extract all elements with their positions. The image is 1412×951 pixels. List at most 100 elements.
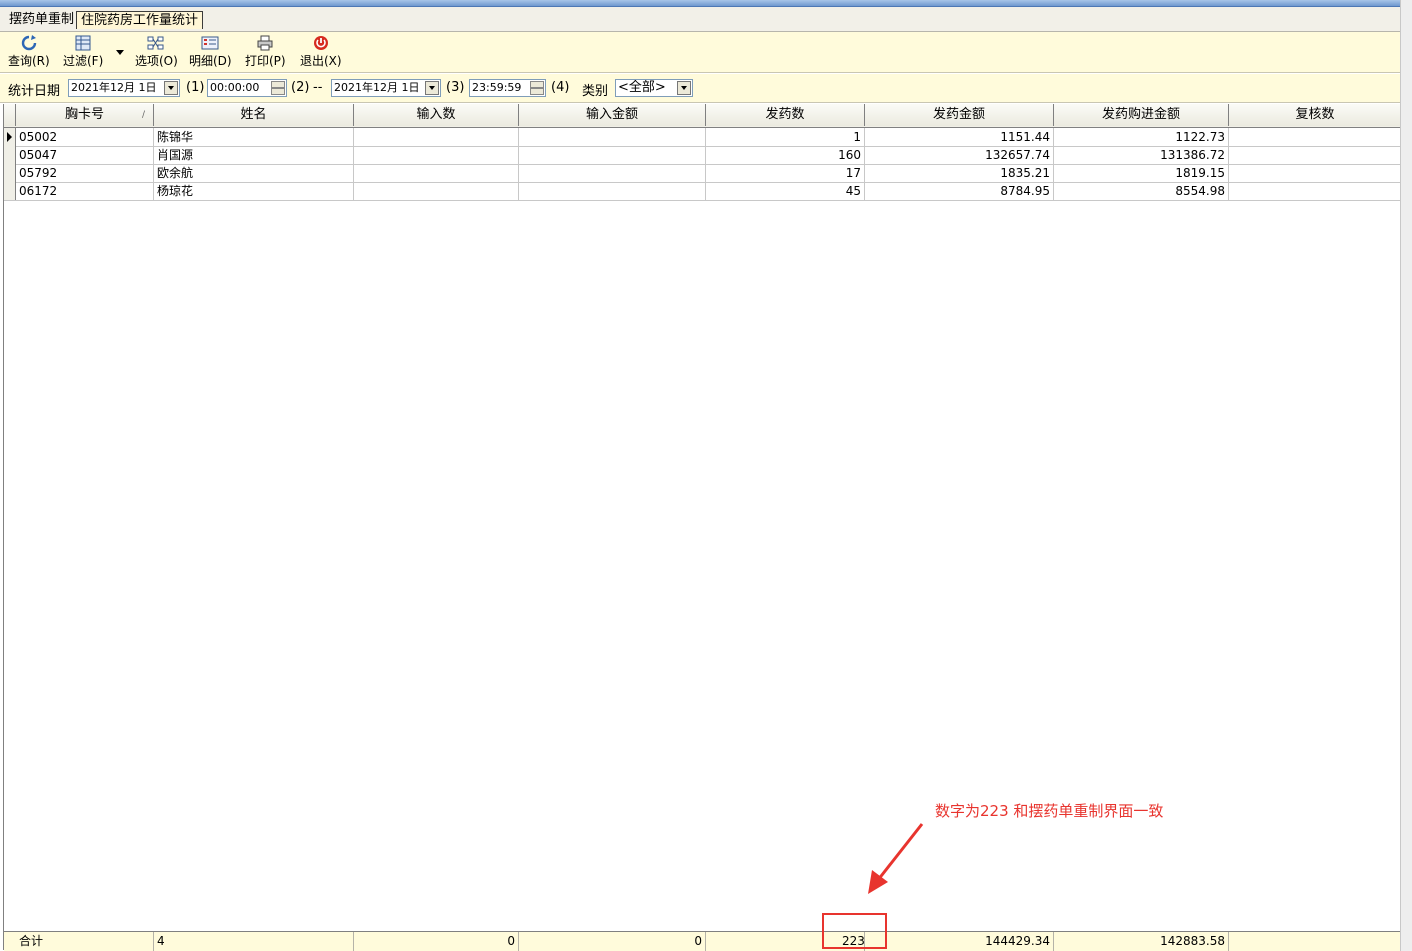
cell-card: 05002 <box>16 128 154 146</box>
tab-bar: 摆药单重制 住院药房工作量统计 <box>0 7 1400 32</box>
tab-workload-statistics[interactable]: 住院药房工作量统计 <box>76 11 204 29</box>
cell-input-amount <box>519 128 706 146</box>
cell-input-amount <box>519 146 706 164</box>
row-indicator <box>4 146 16 164</box>
row-indicator <box>4 164 16 182</box>
cell-card: 05047 <box>16 146 154 164</box>
cell-input-count <box>354 164 519 182</box>
footer-count: 4 <box>154 932 354 951</box>
col-header-review-count[interactable]: 复核数 <box>1229 104 1401 126</box>
table-footer-totals: 合计 4 0 0 223 144429.34 142883.58 <box>4 931 1401 951</box>
cell-input-count <box>354 182 519 200</box>
print-button[interactable]: 打印(P) <box>245 35 286 69</box>
table-row[interactable]: 06172 杨琼花 45 8784.95 8554.98 <box>4 182 1401 201</box>
options-button[interactable]: 选项(O) <box>135 35 178 69</box>
end-date-picker[interactable]: 2021年12月 1日 <box>331 79 441 97</box>
col-header-input-count[interactable]: 输入数 <box>354 104 519 126</box>
cell-review-count <box>1229 146 1401 164</box>
table-row[interactable]: 05002 陈锦华 1 1151.44 1122.73 <box>4 128 1401 147</box>
marker-3: (3) <box>446 80 465 95</box>
end-time-input[interactable]: 23:59:59 <box>469 79 546 97</box>
power-icon <box>313 36 328 50</box>
cell-name: 欧余航 <box>154 164 354 182</box>
cell-card: 06172 <box>16 182 154 200</box>
stat-date-label: 统计日期 <box>8 84 61 99</box>
chevron-down-icon[interactable] <box>164 81 178 95</box>
printer-icon <box>257 35 273 51</box>
toolbar: 查询(R) 过滤(F) 选项(O) 明细(D) 打印(P) 退出(X) <box>0 32 1400 73</box>
title-strip <box>0 0 1400 7</box>
category-label: 类别 <box>582 84 609 99</box>
filter-table-icon <box>75 35 91 51</box>
options-icon <box>147 36 164 50</box>
current-row-indicator-icon <box>4 128 16 146</box>
cell-dispense-amount: 132657.74 <box>865 146 1054 164</box>
cell-dispense-amount: 8784.95 <box>865 182 1054 200</box>
detail-button[interactable]: 明细(D) <box>189 35 232 69</box>
sort-indicator-icon: ∕ <box>141 110 145 120</box>
col-header-dispense-amount[interactable]: 发药金额 <box>865 104 1054 126</box>
cell-purchase-amount: 131386.72 <box>1054 146 1229 164</box>
cell-name: 陈锦华 <box>154 128 354 146</box>
spinner-icon[interactable] <box>271 81 285 95</box>
annotation-arrow-icon <box>868 823 924 894</box>
cell-purchase-amount: 1819.15 <box>1054 164 1229 182</box>
footer-input-count: 0 <box>354 932 519 951</box>
table-header: 胸卡号 ∕ 姓名 输入数 输入金额 发药数 发药金额 发药购进金额 复核数 <box>4 104 1401 128</box>
cell-review-count <box>1229 182 1401 200</box>
col-header-name[interactable]: 姓名 <box>154 104 354 126</box>
start-time-input[interactable]: 00:00:00 <box>207 79 287 97</box>
cell-input-count <box>354 128 519 146</box>
tab-dispense-reprint[interactable]: 摆药单重制 <box>5 11 78 28</box>
annotation-highlight-box <box>822 913 887 949</box>
table-row[interactable]: 05792 欧余航 17 1835.21 1819.15 <box>4 164 1401 183</box>
row-indicator <box>4 182 16 200</box>
footer-purchase-amount: 142883.58 <box>1054 932 1229 951</box>
spinner-icon[interactable] <box>530 81 544 95</box>
category-select[interactable]: <全部> <box>615 79 693 97</box>
col-header-purchase-amount[interactable]: 发药购进金额 <box>1054 104 1229 126</box>
vertical-scrollbar[interactable] <box>1400 0 1412 951</box>
start-date-picker[interactable]: 2021年12月 1日 <box>68 79 180 97</box>
cell-dispense-amount: 1835.21 <box>865 164 1054 182</box>
range-dash: -- <box>313 80 323 95</box>
workload-table: 胸卡号 ∕ 姓名 输入数 输入金额 发药数 发药金额 发药购进金额 复核数 05… <box>3 104 1401 951</box>
cell-dispense-amount: 1151.44 <box>865 128 1054 146</box>
marker-4: (4) <box>551 80 570 95</box>
cell-review-count <box>1229 128 1401 146</box>
chevron-down-icon[interactable] <box>425 81 439 95</box>
cell-input-count <box>354 146 519 164</box>
footer-input-amount: 0 <box>519 932 706 951</box>
cell-purchase-amount: 1122.73 <box>1054 128 1229 146</box>
cell-input-amount <box>519 182 706 200</box>
footer-review-count <box>1229 932 1401 951</box>
cell-dispense-count: 17 <box>706 164 865 182</box>
annotation-text: 数字为223 和摆药单重制界面一致 <box>935 802 1164 820</box>
footer-total-label: 合计 <box>16 932 154 951</box>
footer-dispense-amount: 144429.34 <box>865 932 1054 951</box>
cell-name: 杨琼花 <box>154 182 354 200</box>
refresh-icon <box>21 35 37 51</box>
col-header-dispense-count[interactable]: 发药数 <box>706 104 865 126</box>
marker-1: (1) <box>186 80 205 95</box>
detail-list-icon <box>201 36 219 50</box>
col-header-input-amount[interactable]: 输入金额 <box>519 104 706 126</box>
dropdown-arrow-icon <box>116 50 124 55</box>
cell-review-count <box>1229 164 1401 182</box>
filter-dropdown-arrow[interactable] <box>114 46 126 60</box>
cell-name: 肖国源 <box>154 146 354 164</box>
cell-card: 05792 <box>16 164 154 182</box>
cell-dispense-count: 160 <box>706 146 865 164</box>
query-button[interactable]: 查询(R) <box>8 35 50 69</box>
exit-button[interactable]: 退出(X) <box>300 35 342 69</box>
marker-2: (2) <box>291 80 310 95</box>
chevron-down-icon[interactable] <box>677 81 691 95</box>
row-indicator-header <box>4 104 16 126</box>
cell-dispense-count: 1 <box>706 128 865 146</box>
cell-dispense-count: 45 <box>706 182 865 200</box>
table-row[interactable]: 05047 肖国源 160 132657.74 131386.72 <box>4 146 1401 165</box>
col-header-card[interactable]: 胸卡号 ∕ <box>16 104 154 126</box>
cell-input-amount <box>519 164 706 182</box>
filter-button[interactable]: 过滤(F) <box>63 35 103 69</box>
filter-bar: 统计日期 2021年12月 1日 (1) 00:00:00 (2) -- 202… <box>0 74 1400 103</box>
